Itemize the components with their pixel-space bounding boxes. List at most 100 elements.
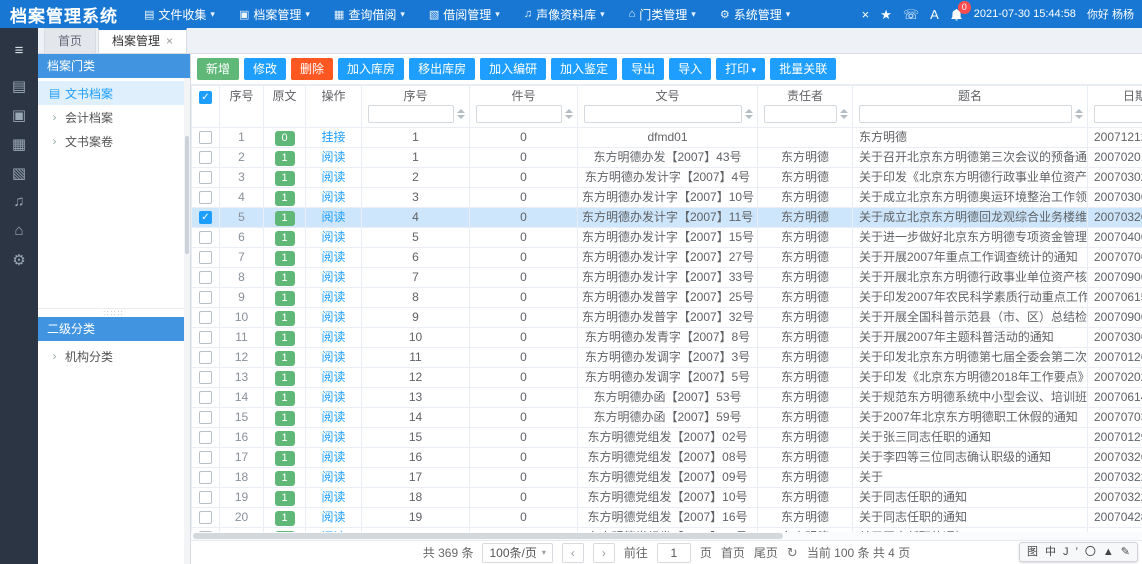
refresh-icon[interactable]: ↻ (787, 545, 798, 561)
original-count-badge[interactable]: 1 (275, 451, 295, 466)
row-checkbox[interactable] (199, 391, 212, 404)
table-row[interactable]: 141阅读130东方明德办函【2007】53号东方明德关于规范东方明德系统中小型… (192, 388, 1142, 408)
original-count-badge[interactable]: 1 (275, 251, 295, 266)
table-row[interactable]: 191阅读180东方明德党组发【2007】10号东方明德关于同志任职的通知200… (192, 488, 1142, 508)
filter-input-title[interactable] (859, 105, 1072, 123)
row-action-link[interactable]: 阅读 (321, 330, 345, 344)
delete-button[interactable]: 删除 (291, 58, 333, 80)
system-manage-icon[interactable]: ⚙ (0, 245, 38, 274)
file-collect-icon[interactable]: ▤ (0, 71, 38, 100)
table-row[interactable]: 81阅读70东方明德办发计字【2007】33号东方明德关于开展北京东方明德行政事… (192, 268, 1142, 288)
table-row[interactable]: 161阅读150东方明德党组发【2007】02号东方明德关于张三同志任职的通知2… (192, 428, 1142, 448)
top-menu-item-archive-management[interactable]: ▣档案管理▾ (227, 0, 322, 28)
media-library-icon[interactable]: ♫ (0, 187, 38, 216)
filter-input-seq[interactable] (368, 105, 454, 123)
ime-item[interactable]: ▲ (1103, 547, 1114, 558)
close-icon[interactable]: × (166, 31, 173, 52)
original-count-badge[interactable]: 1 (275, 231, 295, 246)
original-count-badge[interactable]: 0 (275, 131, 295, 146)
top-menu-item-system-management[interactable]: ⚙系统管理▾ (708, 0, 802, 28)
category-manage-icon[interactable]: ⌂ (0, 216, 38, 245)
scrollbar-thumb[interactable] (193, 533, 783, 539)
original-count-badge[interactable]: 1 (275, 331, 295, 346)
export-button[interactable]: 导出 (622, 58, 664, 80)
table-row[interactable]: 101阅读90东方明德办发普字【2007】32号东方明德关于开展全国科普示范县（… (192, 308, 1142, 328)
row-action-link[interactable]: 挂接 (321, 130, 345, 144)
original-count-badge[interactable]: 1 (275, 491, 295, 506)
top-menu-item-file-collection[interactable]: ▤文件收集▾ (132, 0, 227, 28)
original-count-badge[interactable]: 1 (275, 471, 295, 486)
row-checkbox[interactable] (199, 351, 212, 364)
row-checkbox[interactable] (199, 191, 212, 204)
next-page-button[interactable]: › (593, 543, 615, 563)
row-action-link[interactable]: 阅读 (321, 190, 345, 204)
original-count-badge[interactable]: 1 (275, 171, 295, 186)
original-count-badge[interactable]: 1 (275, 371, 295, 386)
row-action-link[interactable]: 阅读 (321, 430, 345, 444)
scrollbar-thumb[interactable] (185, 136, 189, 254)
fullscreen-icon[interactable]: × (862, 8, 870, 21)
row-checkbox[interactable] (199, 491, 212, 504)
table-row[interactable]: 201阅读190东方明德党组发【2007】16号东方明德关于同志任职的通知200… (192, 508, 1142, 528)
add-to-compilation-button[interactable]: 加入编研 (480, 58, 546, 80)
sort-control-piece[interactable] (565, 109, 573, 119)
table-row[interactable]: 181阅读170东方明德党组发【2007】09号东方明德关于20070322 (192, 468, 1142, 488)
row-checkbox[interactable] (199, 151, 212, 164)
table-row[interactable]: 41阅读30东方明德办发计字【2007】10号东方明德关于成立北京东方明德奥运环… (192, 188, 1142, 208)
borrow-manage-icon[interactable]: ▧ (0, 158, 38, 187)
first-page-link[interactable]: 首页 (721, 544, 745, 561)
ime-item[interactable]: ’ (1075, 547, 1077, 558)
table-row[interactable]: 21阅读10东方明德办发【2007】43号东方明德关于召开北京东方明德第三次会议… (192, 148, 1142, 168)
sort-control-title[interactable] (1075, 109, 1083, 119)
table-row[interactable]: 171阅读160东方明德党组发【2007】08号东方明德关于李四等三位同志确认职… (192, 448, 1142, 468)
goto-page-input[interactable] (657, 543, 691, 563)
table-row[interactable]: 131阅读120东方明德办发调字【2007】5号东方明德关于印发《北京东方明德2… (192, 368, 1142, 388)
ime-item[interactable]: J (1063, 547, 1069, 558)
menu-icon[interactable]: ≡ (0, 36, 38, 65)
row-action-link[interactable]: 阅读 (321, 150, 345, 164)
ime-item[interactable]: ✎ (1121, 547, 1130, 558)
edit-button[interactable]: 修改 (244, 58, 286, 80)
ime-item[interactable]: 〇 (1085, 547, 1096, 558)
add-to-storeroom-button[interactable]: 加入库房 (338, 58, 404, 80)
row-checkbox[interactable] (199, 331, 212, 344)
original-count-badge[interactable]: 1 (275, 271, 295, 286)
sort-control-docno[interactable] (745, 109, 753, 119)
filter-input-piece[interactable] (476, 105, 562, 123)
row-action-link[interactable]: 阅读 (321, 450, 345, 464)
original-count-badge[interactable]: 1 (275, 211, 295, 226)
original-count-badge[interactable]: 1 (275, 511, 295, 526)
row-action-link[interactable]: 阅读 (321, 410, 345, 424)
table-row[interactable]: 10挂接10dfmd01东方明德20071212 (192, 128, 1142, 148)
row-action-link[interactable]: 阅读 (321, 350, 345, 364)
filter-input-docno[interactable] (584, 105, 742, 123)
horizontal-scrollbar[interactable] (191, 532, 1142, 540)
ime-item[interactable]: 中 (1045, 547, 1056, 558)
row-checkbox[interactable] (199, 251, 212, 264)
row-action-link[interactable]: 阅读 (321, 230, 345, 244)
row-checkbox[interactable] (199, 511, 212, 524)
batch-link-button[interactable]: 批量关联 (770, 58, 836, 80)
original-count-badge[interactable]: 1 (275, 391, 295, 406)
table-row[interactable]: 111阅读100东方明德办发青字【2007】8号东方明德关于开展2007年主题科… (192, 328, 1142, 348)
print-button[interactable]: 打印 ▾ (716, 58, 765, 80)
notifications-bell-icon[interactable]: 0 (950, 8, 963, 21)
row-action-link[interactable]: 阅读 (321, 270, 345, 284)
row-checkbox[interactable] (199, 131, 212, 144)
top-menu-item-query-borrow[interactable]: ▦查询借阅▾ (322, 0, 417, 28)
row-action-link[interactable]: 阅读 (321, 390, 345, 404)
row-checkbox[interactable] (199, 471, 212, 484)
sort-control-responsible[interactable] (840, 109, 848, 119)
top-menu-item-borrow-management[interactable]: ▧借阅管理▾ (417, 0, 512, 28)
move-out-storeroom-button[interactable]: 移出库房 (409, 58, 475, 80)
ime-item[interactable]: 图 (1027, 547, 1038, 558)
table-row[interactable]: 151阅读140东方明德办函【2007】59号东方明德关于2007年北京东方明德… (192, 408, 1142, 428)
support-phone-icon[interactable]: ☏ (903, 8, 919, 21)
row-checkbox[interactable] (199, 171, 212, 184)
add-to-appraisal-button[interactable]: 加入鉴定 (551, 58, 617, 80)
row-action-link[interactable]: 阅读 (321, 250, 345, 264)
original-count-badge[interactable]: 1 (275, 411, 295, 426)
tree-item-organization-category[interactable]: ›机构分类 (38, 344, 190, 368)
row-action-link[interactable]: 阅读 (321, 310, 345, 324)
row-checkbox[interactable] (199, 211, 212, 224)
